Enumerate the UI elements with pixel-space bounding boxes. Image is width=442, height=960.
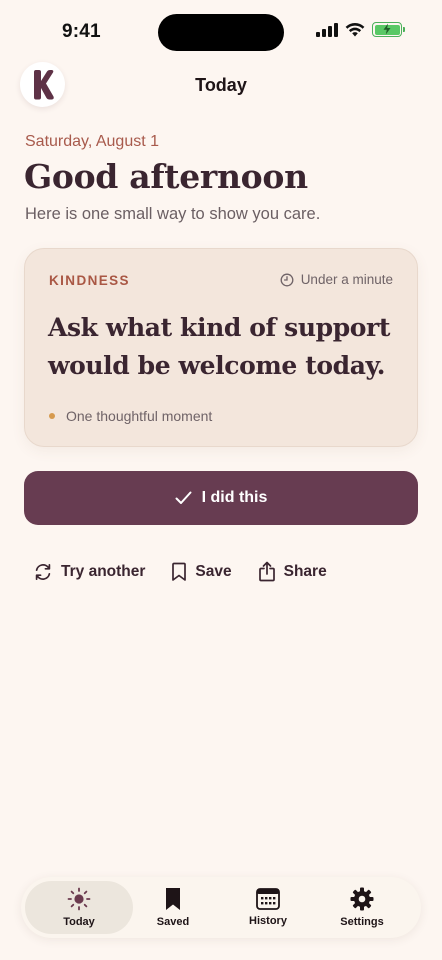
try-another-button[interactable]: Try another [33,562,145,582]
current-date: Saturday, August 1 [25,133,160,150]
status-bar: 9:41 [0,0,442,64]
greeting-subtitle: Here is one small way to show you care. [25,205,321,223]
status-dot-icon [49,413,55,419]
share-button[interactable]: Share [258,561,327,582]
share-label: Share [283,562,327,580]
i-did-this-label: I did this [201,489,268,506]
status-time: 9:41 [62,21,101,42]
card-duration-label: Under a minute [300,272,393,287]
tab-settings[interactable]: Settings [315,881,409,934]
calendar-icon [256,888,280,910]
page-title: Today [195,75,247,95]
tab-today-label: Today [63,916,95,928]
card-footer-label: One thoughtful moment [66,408,213,424]
battery-icon [372,22,405,37]
cellular-signal-icon [316,22,338,37]
greeting-heading: Good afternoon [24,157,308,196]
tab-saved[interactable]: Saved [126,881,220,934]
tab-saved-label: Saved [156,916,190,928]
try-another-label: Try another [61,562,146,580]
kindness-prompt-card: KINDNESS Under a minute Ask what kind of… [24,248,418,447]
i-did-this-button[interactable]: I did this [24,471,418,525]
wifi-icon [345,22,365,37]
tab-today[interactable]: Today [25,881,133,934]
bookmark-outline-icon [172,562,187,581]
status-icons [316,22,405,37]
secondary-actions: Try another Save Share [33,561,327,582]
tab-history[interactable]: History [221,881,315,934]
card-category: KINDNESS [49,273,130,288]
share-icon [258,561,275,582]
card-footer: One thoughtful moment [49,408,212,424]
save-label: Save [195,562,232,580]
sun-icon [67,887,91,911]
check-icon [175,491,192,504]
tab-settings-label: Settings [340,916,384,928]
tab-history-label: History [249,915,287,927]
refresh-icon [35,563,51,580]
gear-icon [350,887,374,911]
card-prompt: Ask what kind of support would be welcom… [48,313,390,380]
bookmark-icon [166,888,180,910]
tab-bar: Today Saved History Settings [21,877,421,938]
card-duration: Under a minute [280,272,393,287]
clock-icon [280,273,294,286]
dynamic-island [158,14,284,51]
save-button[interactable]: Save [171,562,232,582]
